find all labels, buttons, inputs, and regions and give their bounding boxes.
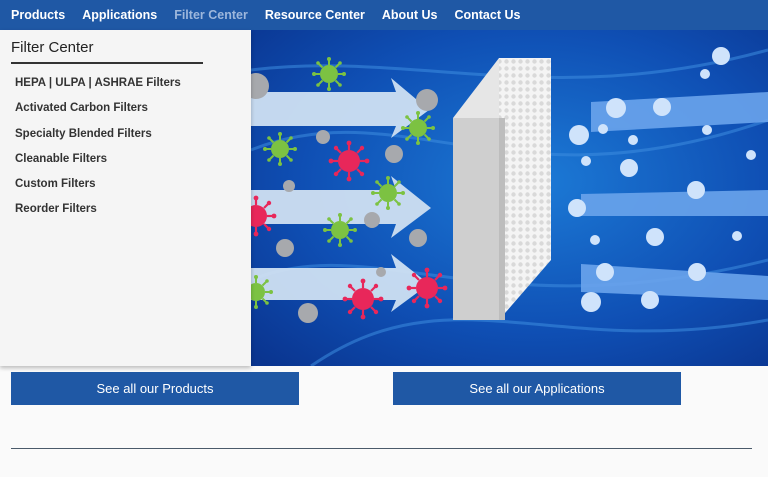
nav-item-contact-us[interactable]: Contact Us — [454, 8, 520, 22]
page: Products Applications Filter Center Reso… — [0, 0, 768, 477]
nav-item-applications[interactable]: Applications — [82, 8, 157, 22]
filter-center-dropdown: Filter Center HEPA | ULPA | ASHRAE Filte… — [0, 30, 251, 366]
air-filter-illustration — [251, 30, 768, 366]
dropdown-item-activated-carbon[interactable]: Activated Carbon Filters — [15, 99, 181, 124]
nav-item-resource-center[interactable]: Resource Center — [265, 8, 365, 22]
see-all-applications-button[interactable]: See all our Applications — [393, 372, 681, 405]
dropdown-list: HEPA | ULPA | ASHRAE Filters Activated C… — [15, 74, 181, 226]
dropdown-item-hepa-ulpa-ashrae[interactable]: HEPA | ULPA | ASHRAE Filters — [15, 74, 181, 99]
dropdown-item-reorder[interactable]: Reorder Filters — [15, 200, 181, 225]
see-all-products-button[interactable]: See all our Products — [11, 372, 299, 405]
dropdown-item-specialty-blended[interactable]: Specialty Blended Filters — [15, 125, 181, 150]
nav-item-products[interactable]: Products — [11, 8, 65, 22]
top-nav: Products Applications Filter Center Reso… — [0, 0, 768, 30]
nav-item-filter-center[interactable]: Filter Center — [174, 8, 248, 22]
dropdown-title-underline — [11, 62, 203, 64]
nav-item-about-us[interactable]: About Us — [382, 8, 438, 22]
dropdown-item-custom[interactable]: Custom Filters — [15, 175, 181, 200]
hero-illustration — [251, 30, 768, 366]
dropdown-title: Filter Center — [11, 39, 94, 56]
section-divider — [11, 448, 752, 449]
dropdown-item-cleanable[interactable]: Cleanable Filters — [15, 150, 181, 175]
